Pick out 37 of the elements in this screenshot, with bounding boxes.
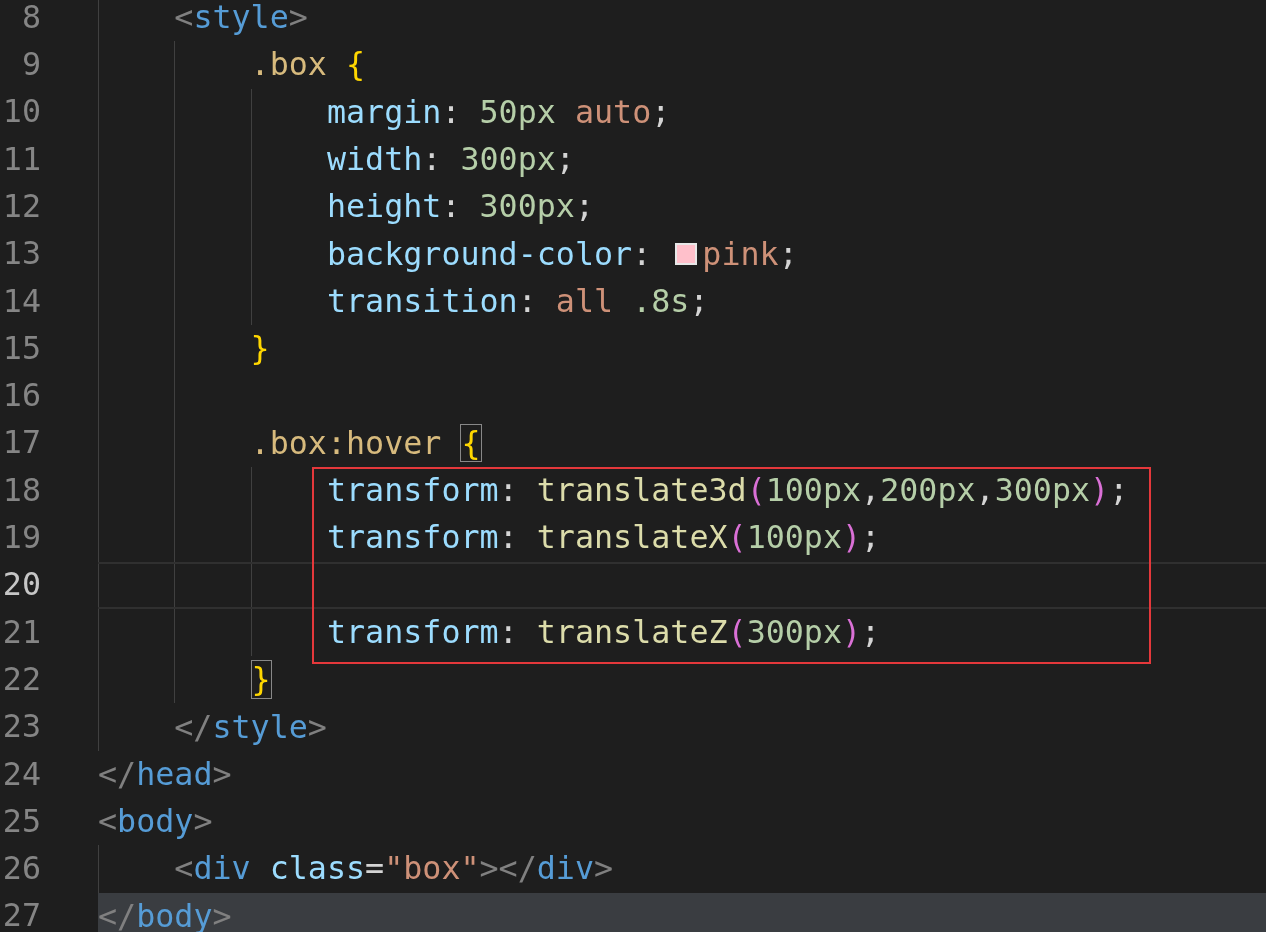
code-line: margin: 50px auto; [326, 92, 671, 132]
line-number: 18 [1, 474, 41, 507]
code-line: width: 300px; [326, 139, 575, 179]
code-line: height: 300px; [326, 187, 594, 227]
code-line: .box { [250, 45, 366, 85]
code-line: <body> [98, 802, 213, 842]
code-line: transition: all .8s; [326, 281, 709, 321]
code-line: } [250, 329, 270, 369]
line-number: 9 [20, 49, 41, 81]
line-number: 16 [1, 380, 41, 412]
code-text: pink; [702, 234, 798, 274]
code-line: <div class="box"></div> [174, 849, 614, 889]
line-number: 21 [1, 616, 41, 649]
line-number: 11 [1, 143, 41, 176]
line-number: 20 [1, 569, 41, 602]
code-text: background-color: [326, 234, 653, 274]
code-line: transform: translateX(100px); [326, 518, 881, 558]
line-number: 19 [1, 522, 41, 554]
code-line: .box:hover { [250, 422, 482, 464]
line-number: 10 [1, 96, 41, 129]
line-number: 22 [1, 663, 41, 696]
code-line: </head> [98, 754, 232, 794]
line-number: 14 [1, 285, 41, 318]
line-number: 25 [1, 805, 41, 838]
line-number: 8 [20, 1, 41, 34]
line-number: 12 [1, 191, 41, 223]
line-number: 24 [1, 758, 41, 791]
line-number: 17 [1, 427, 41, 460]
line-number: 15 [1, 332, 41, 365]
code-line: <style> [174, 0, 308, 38]
line-number: 26 [1, 853, 41, 885]
code-line: </style> [174, 707, 327, 747]
line-number: 23 [1, 711, 41, 743]
code-line: transform: translateZ(300px); [326, 612, 881, 652]
line-number: 27 [1, 900, 41, 932]
line-number: 13 [1, 238, 41, 270]
code-line: transform: translate3d(100px,200px,300px); [326, 471, 1129, 510]
